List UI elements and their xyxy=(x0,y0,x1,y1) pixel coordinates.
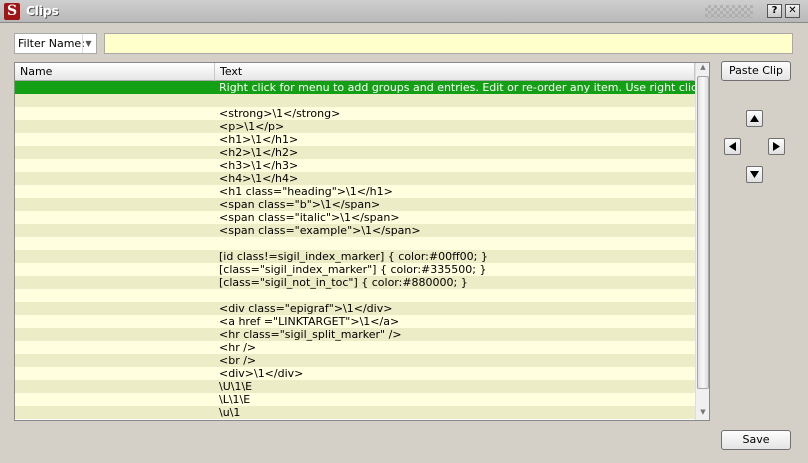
tree-row[interactable]: h1 class<h1 class="heading">\1</h1> xyxy=(15,185,695,198)
arrow-right-icon xyxy=(773,142,780,151)
filter-select-label: Filter Name: xyxy=(18,37,85,50)
tree-row[interactable]: div<div>\1</div> xyxy=(15,367,695,380)
tree-row[interactable]: br<br /> xyxy=(15,354,695,367)
tree-row[interactable]: strong<strong>\1</strong> xyxy=(15,107,695,120)
scrollbar-thumb[interactable] xyxy=(697,76,709,389)
tree-row[interactable]: hr<hr /> xyxy=(15,341,695,354)
tree-row[interactable]: Clips HelpRight click for menu to add gr… xyxy=(15,81,695,94)
filter-input[interactable] xyxy=(104,33,793,54)
clips-tree[interactable]: Name Text Clips HelpRight click for menu… xyxy=(14,62,710,421)
tree-row-text-cell: <h3>\1</h3> xyxy=(219,159,299,172)
tree-row-text-cell: <h1>\1</h1> xyxy=(219,133,299,146)
sigil-app-icon: S xyxy=(4,3,20,20)
move-up-button[interactable] xyxy=(746,110,763,127)
tree-row-text-cell: <span class="example">\1</span> xyxy=(219,224,421,237)
tree-row-text-cell: <h1 class="heading">\1</h1> xyxy=(219,185,393,198)
window-title: Clips xyxy=(26,4,59,18)
tree-row[interactable]: Highlight Excluded Headings[class="sigil… xyxy=(15,276,695,289)
tree-row[interactable]: p<p>\1</p> xyxy=(15,120,695,133)
paste-clip-button[interactable]: Paste Clip xyxy=(721,61,791,81)
tree-group-row[interactable]: Miscellaneous xyxy=(15,289,695,302)
chevron-down-icon: ▼ xyxy=(82,34,94,53)
tree-row-text-cell: <strong>\1</strong> xyxy=(219,107,341,120)
tree-row[interactable]: Highlight Anchor IDs[id class!=sigil_ind… xyxy=(15,250,695,263)
move-down-button[interactable] xyxy=(746,166,763,183)
scroll-down-icon[interactable]: ▼ xyxy=(696,408,709,420)
tree-row-text-cell: <span class="italic">\1</span> xyxy=(219,211,400,224)
move-left-button[interactable] xyxy=(724,138,741,155)
tree-row-text-cell: <hr /> xyxy=(219,341,257,354)
tree-row[interactable]: epigraf<div class="epigraf">\1</div> xyxy=(15,302,695,315)
tree-row[interactable]: h2<h2>\1</h2> xyxy=(15,146,695,159)
tree-row-text-cell: \L\1\E xyxy=(219,393,251,406)
tree-row-text-cell: <div class="epigraf">\1</div> xyxy=(219,302,393,315)
tree-group-row[interactable]: Example Clips xyxy=(15,94,695,107)
tree-row-text-cell: <div>\1</div> xyxy=(219,367,304,380)
tree-row[interactable]: UPPERCASE\U\1\E xyxy=(15,380,695,393)
tree-row-text-cell: [class="sigil_index_marker"] { color:#33… xyxy=(219,263,487,276)
tree-row[interactable]: B span<span class="b">\1</span> xyxy=(15,198,695,211)
vertical-scrollbar[interactable]: ▲ ▼ xyxy=(695,63,709,420)
column-header-name[interactable]: Name xyxy=(15,63,215,81)
tree-row-text-cell: \U\1\E xyxy=(219,380,253,393)
title-bar: S Clips ? ✕ xyxy=(0,0,808,23)
tree-row-text-cell: \u\1 xyxy=(219,406,241,419)
scroll-up-icon[interactable]: ▲ xyxy=(696,63,709,75)
arrow-up-icon xyxy=(750,115,759,122)
tree-header: Name Text xyxy=(15,63,695,81)
close-button[interactable]: ✕ xyxy=(785,4,800,18)
tree-row-text-cell: <h2>\1</h2> xyxy=(219,146,299,159)
tree-row-text-cell: <p>\1</p> xyxy=(219,120,285,133)
tree-row[interactable]: Example span<span class="example">\1</sp… xyxy=(15,224,695,237)
column-header-text[interactable]: Text xyxy=(215,63,695,81)
tree-row-text-cell: <h4>\1</h4> xyxy=(219,172,299,185)
move-right-button[interactable] xyxy=(768,138,785,155)
tree-row[interactable]: h1<h1>\1</h1> xyxy=(15,133,695,146)
tree-row-text-cell: <hr class="sigil_split_marker" /> xyxy=(219,328,402,341)
title-bar-grip xyxy=(705,5,753,18)
tree-row[interactable]: Highlight Index Markers[class="sigil_ind… xyxy=(15,263,695,276)
tree-row-text-cell: <br /> xyxy=(219,354,257,367)
arrow-down-icon xyxy=(750,171,759,178)
save-button[interactable]: Save xyxy=(721,430,791,450)
tree-row[interactable]: a href<a href ="LINKTARGET">\1</a> xyxy=(15,315,695,328)
tree-row-text-cell: <a href ="LINKTARGET">\1</a> xyxy=(219,315,400,328)
tree-row-text-cell: Right click for menu to add groups and e… xyxy=(219,81,695,94)
tree-row[interactable]: lowercase\L\1\E xyxy=(15,393,695,406)
tree-row[interactable]: Sigil Split Marker<hr class="sigil_split… xyxy=(15,328,695,341)
tree-row-text-cell: <span class="b">\1</span> xyxy=(219,198,381,211)
tree-group-row[interactable]: Styles xyxy=(15,237,695,250)
help-button[interactable]: ? xyxy=(767,4,782,18)
tree-row[interactable]: Titlecase\u\1 xyxy=(15,406,695,419)
arrow-left-icon xyxy=(729,142,736,151)
tree-row[interactable]: I span<span class="italic">\1</span> xyxy=(15,211,695,224)
tree-row-text-cell: [class="sigil_not_in_toc"] { color:#8800… xyxy=(219,276,468,289)
tree-row[interactable]: h3<h3>\1</h3> xyxy=(15,159,695,172)
tree-row-text-cell: [id class!=sigil_index_marker] { color:#… xyxy=(219,250,488,263)
filter-field-select[interactable]: Filter Name: ▼ xyxy=(14,33,97,54)
tree-row[interactable]: h4<h4>\1</h4> xyxy=(15,172,695,185)
tree-rows: Clips HelpRight click for menu to add gr… xyxy=(15,81,695,419)
